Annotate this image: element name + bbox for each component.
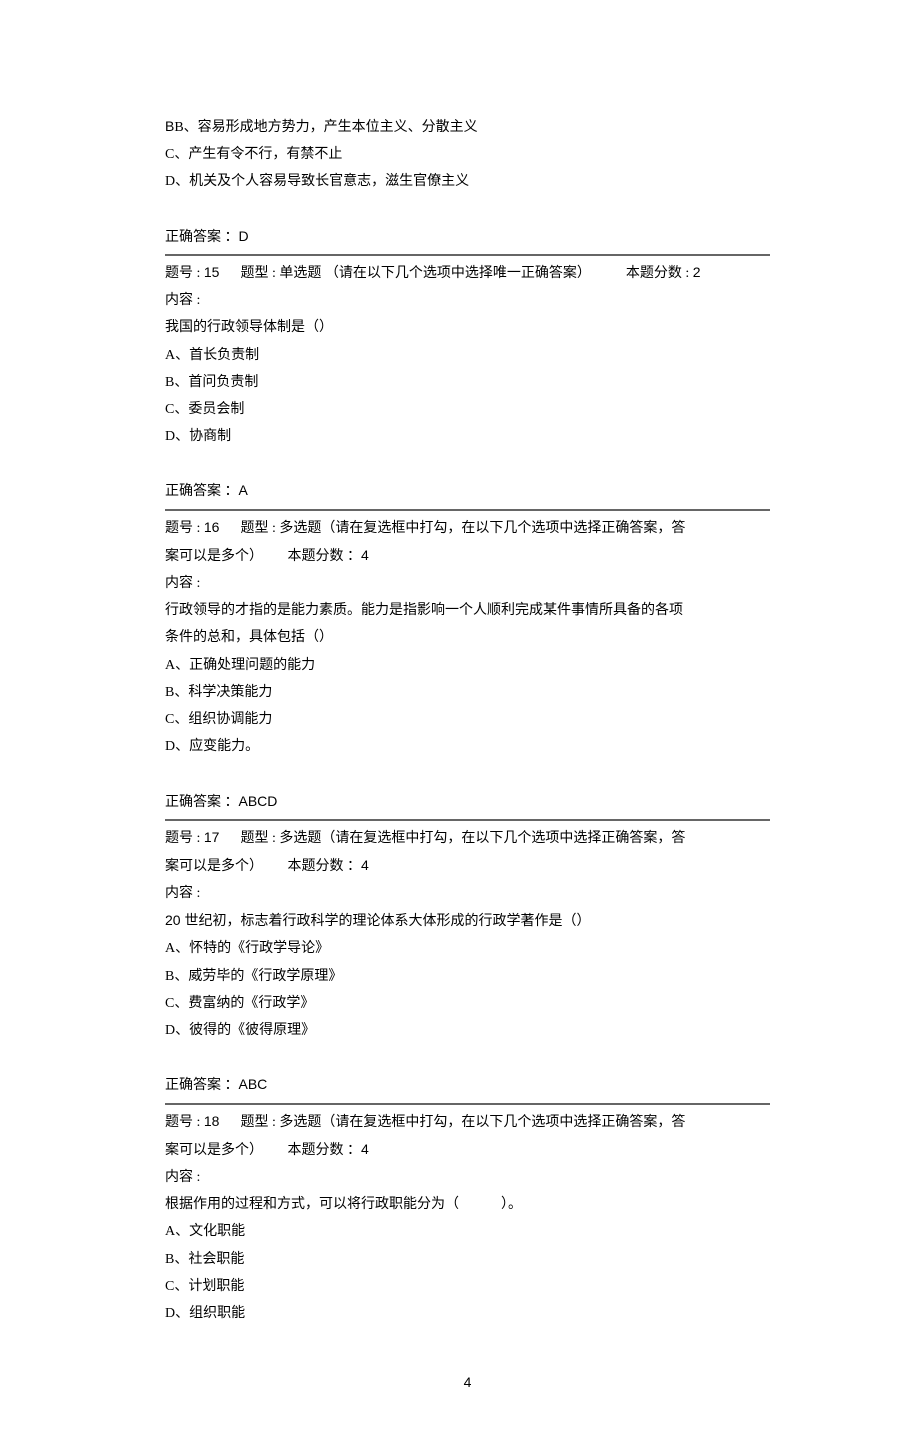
question-type-line1: 多选题（请在复选框中打勾，在以下几个选项中选择正确答案，答 [279, 1115, 685, 1130]
option-c: C、组织协调能力 [165, 707, 770, 732]
question-header-line2: 案可以是多个） 本题分数 ：4 [165, 853, 770, 879]
answer-line: 正确答案 ：ABC [165, 1072, 770, 1098]
option-b: B、科学决策能力 [165, 680, 770, 705]
content-label: 内容 : [165, 881, 770, 906]
option-a: A、正确处理问题的能力 [165, 653, 770, 678]
option-a: A、首长负责制 [165, 343, 770, 368]
question-18: 题号 : 18 题型 : 多选题（请在复选框中打勾，在以下几个选项中选择正确答案… [165, 1103, 770, 1331]
content-label: 内容 : [165, 288, 770, 313]
content-label: 内容 : [165, 571, 770, 596]
answer-label: 正确答案 ： [165, 1078, 239, 1093]
answer-value: D [239, 228, 249, 244]
option-c: C、产生有令不行，有禁不止 [165, 142, 770, 167]
option-b: B、威劳毕的《行政学原理》 [165, 964, 770, 989]
option-b: B、首问负责制 [165, 370, 770, 395]
question-stem: 20 20 世纪初，标志着行政科学的理论体系大体形成的行政学著作是（）世纪初，标… [165, 908, 770, 934]
option-d: D、机关及个人容易导致长官意志，滋生官僚主义 [165, 169, 770, 194]
question-score: 4 [361, 547, 369, 563]
question-type: 单选题 （请在以下几个选项中选择唯一正确答案） [279, 266, 591, 281]
document-page: BB、容易形成地方势力，产生本位主义、分散主义 C、产生有令不行，有禁不止 D、… [0, 0, 920, 1455]
question-score: 4 [361, 857, 369, 873]
question-header: 题号 : 17 题型 : 多选题（请在复选框中打勾，在以下几个选项中选择正确答案… [165, 825, 770, 851]
option-d: D、彼得的《彼得原理》 [165, 1018, 770, 1043]
question-number: 15 [204, 264, 220, 280]
question-17: 题号 : 17 题型 : 多选题（请在复选框中打勾，在以下几个选项中选择正确答案… [165, 819, 770, 1105]
answer-value: ABC [239, 1076, 268, 1092]
option-c: C、费富纳的《行政学》 [165, 991, 770, 1016]
answer-line: 正确答案 ：ABCD [165, 789, 770, 815]
question-14-tail: BB、容易形成地方势力，产生本位主义、分散主义 C、产生有令不行，有禁不止 D、… [165, 110, 770, 256]
option-d: D、应变能力。 [165, 734, 770, 759]
question-15: 题号 : 15 题型 : 单选题 （请在以下几个选项中选择唯一正确答案） 本题分… [165, 254, 770, 511]
answer-value: A [239, 482, 248, 498]
question-header: 题号 : 15 题型 : 单选题 （请在以下几个选项中选择唯一正确答案） 本题分… [165, 260, 770, 286]
option-b: BB、容易形成地方势力，产生本位主义、分散主义 [165, 114, 770, 140]
answer-label: 正确答案 ： [165, 484, 239, 499]
option-d: D、协商制 [165, 424, 770, 449]
question-number: 18 [204, 1113, 220, 1129]
option-d: D、组织职能 [165, 1301, 770, 1326]
question-stem: 我国的行政领导体制是（） [165, 315, 770, 340]
answer-line: 正确答案 ：A [165, 478, 770, 504]
option-b: B、社会职能 [165, 1247, 770, 1272]
option-a: A、文化职能 [165, 1219, 770, 1244]
question-score: 4 [361, 1141, 369, 1157]
option-c: C、计划职能 [165, 1274, 770, 1299]
question-stem-l1: 行政领导的才指的是能力素质。能力是指影响一个人顺利完成某件事情所具备的各项 [165, 598, 770, 623]
question-score: 2 [693, 264, 701, 280]
option-c: C、委员会制 [165, 397, 770, 422]
question-stem-l2: 条件的总和，具体包括（） [165, 625, 770, 650]
content-label: 内容 : [165, 1165, 770, 1190]
question-stem: 根据作用的过程和方式，可以将行政职能分为（ ）。 [165, 1192, 770, 1217]
question-header-line2: 案可以是多个） 本题分数 ：4 [165, 1137, 770, 1163]
answer-label: 正确答案 ： [165, 795, 239, 810]
answer-label: 正确答案 ： [165, 230, 239, 245]
question-header-line2: 案可以是多个） 本题分数 ：4 [165, 543, 770, 569]
question-header: 题号 : 16 题型 : 多选题（请在复选框中打勾，在以下几个选项中选择正确答案… [165, 515, 770, 541]
option-text: B、容易形成地方势力，产生本位主义、分散主义 [174, 120, 477, 135]
page-number: 4 [165, 1370, 770, 1395]
question-number: 17 [204, 829, 220, 845]
answer-value: ABCD [239, 793, 278, 809]
option-a: A、怀特的《行政学导论》 [165, 936, 770, 961]
answer-line: 正确答案 ：D [165, 224, 770, 250]
question-header: 题号 : 18 题型 : 多选题（请在复选框中打勾，在以下几个选项中选择正确答案… [165, 1109, 770, 1135]
question-16: 题号 : 16 题型 : 多选题（请在复选框中打勾，在以下几个选项中选择正确答案… [165, 509, 770, 821]
question-type-line1: 多选题（请在复选框中打勾，在以下几个选项中选择正确答案，答 [279, 521, 685, 536]
question-number: 16 [204, 519, 220, 535]
question-type-line1: 多选题（请在复选框中打勾，在以下几个选项中选择正确答案，答 [279, 831, 685, 846]
